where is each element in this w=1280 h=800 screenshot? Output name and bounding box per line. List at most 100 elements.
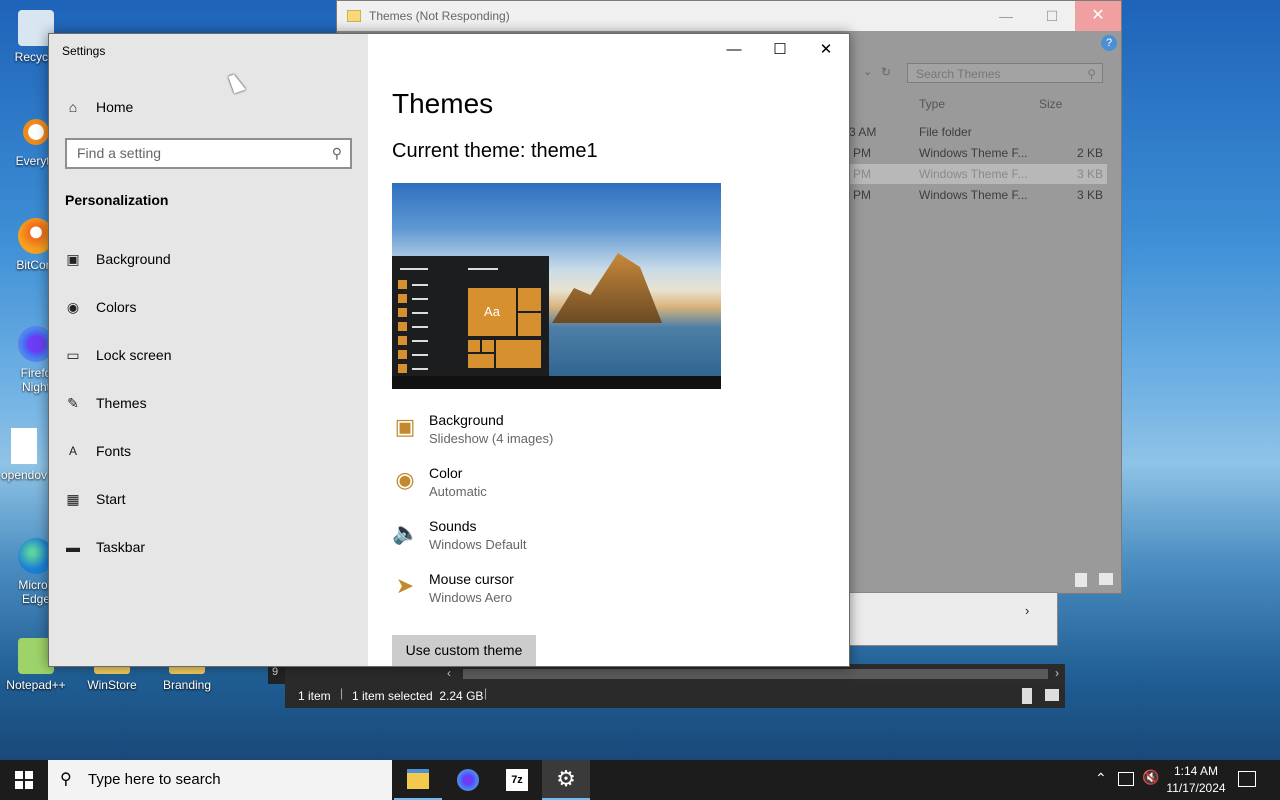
- 7zip-icon: 7z: [506, 769, 528, 791]
- settings-window[interactable]: Settings ⌂ Home Find a setting ⚲ Persona…: [48, 33, 850, 667]
- explorer-lower-panel: ›: [848, 592, 1058, 646]
- home-icon: ⌂: [68, 99, 78, 115]
- use-custom-theme-button[interactable]: Use custom theme: [392, 635, 536, 666]
- property-value: Automatic: [429, 484, 487, 499]
- row-type: Windows Theme F...: [919, 167, 1028, 181]
- current-theme-label: Current theme: theme1: [392, 140, 598, 162]
- taskbar-app-settings[interactable]: ⚙: [542, 760, 590, 800]
- property-name: Background: [429, 412, 504, 428]
- sidebar-item-fonts[interactable]: A Fonts: [64, 439, 131, 463]
- status-item-count: 1 item: [298, 689, 331, 703]
- sidebar-item-lock-screen[interactable]: ▭ Lock screen: [64, 343, 171, 367]
- theme-preview-image: Aa: [392, 183, 721, 389]
- close-button[interactable]: ✕: [803, 34, 849, 66]
- preview-tile: [496, 340, 541, 368]
- folder-icon: [347, 10, 361, 22]
- chevron-down-icon[interactable]: ⌄: [863, 65, 872, 78]
- property-name: Color: [429, 465, 463, 481]
- desktop-icon-label: Notepad++: [6, 678, 66, 692]
- page-title: Themes: [392, 88, 494, 119]
- clock-time: 1:14 AM: [1173, 764, 1219, 778]
- settings-sidebar: Settings ⌂ Home Find a setting ⚲ Persona…: [49, 34, 368, 666]
- explorer-close-button[interactable]: ✕: [1075, 1, 1121, 31]
- large-icons-view-icon[interactable]: [1045, 689, 1059, 701]
- row-time: PM: [853, 188, 871, 202]
- status-left-fragment: 9: [268, 664, 285, 684]
- start-button[interactable]: [0, 760, 48, 800]
- explorer-title: Themes (Not Responding): [369, 9, 510, 23]
- row-size: 3 KB: [1076, 167, 1103, 181]
- row-size: 2 KB: [1076, 146, 1103, 160]
- sidebar-item-colors[interactable]: ◉ Colors: [64, 295, 137, 319]
- sidebar-item-themes[interactable]: ✎ Themes: [64, 391, 146, 415]
- horizontal-scrollbar[interactable]: ‹ ›: [285, 664, 1065, 684]
- table-row[interactable]: PM Windows Theme F... 2 KB: [849, 143, 1107, 163]
- taskbar-icon: ▬: [66, 539, 80, 555]
- volume-muted-icon[interactable]: 🔇: [1142, 769, 1159, 786]
- property-name: Sounds: [429, 518, 477, 534]
- search-icon: ⚲: [331, 145, 342, 161]
- desktop-icon-label: Branding: [162, 678, 212, 692]
- monitor-lock-icon: ▭: [66, 346, 80, 363]
- status-selected: 1 item selected 2.24 GB: [352, 689, 484, 703]
- taskbar-app-firefox[interactable]: [444, 760, 492, 800]
- preview-tile: [468, 340, 480, 352]
- details-view-icon[interactable]: [1022, 688, 1032, 704]
- file-explorer-icon: [407, 769, 429, 789]
- taskbar-app-7zip[interactable]: 7z: [493, 760, 541, 800]
- explorer-status-bar: 1 item | 1 item selected 2.24 GB |: [285, 684, 1065, 708]
- row-time: PM: [853, 167, 871, 181]
- sidebar-item-start[interactable]: ▦ Start: [64, 487, 125, 511]
- table-row[interactable]: PM Windows Theme F... 3 KB: [849, 185, 1107, 205]
- preview-tile: [518, 288, 541, 311]
- large-icons-view-icon[interactable]: [1099, 573, 1113, 585]
- row-type: File folder: [919, 125, 972, 139]
- sidebar-item-background[interactable]: ▣ Background: [64, 247, 170, 271]
- sidebar-item-label: Lock screen: [96, 347, 172, 363]
- explorer-minimize-button[interactable]: —: [983, 1, 1029, 31]
- scroll-right-icon[interactable]: ›: [1055, 666, 1059, 680]
- sidebar-item-label: Colors: [96, 299, 137, 315]
- explorer-search-placeholder: Search Themes: [916, 67, 1001, 81]
- table-row-selected[interactable]: PM Windows Theme F... 3 KB: [849, 164, 1107, 184]
- minimize-button[interactable]: —: [711, 34, 757, 66]
- find-setting-placeholder: Find a setting: [77, 145, 162, 161]
- find-setting-input[interactable]: Find a setting ⚲: [65, 138, 352, 169]
- taskbar-clock[interactable]: 1:14 AM 11/17/2024: [1160, 763, 1232, 797]
- taskbar-app-file-explorer[interactable]: [394, 760, 442, 800]
- scroll-left-icon[interactable]: ‹: [447, 666, 451, 680]
- notifications-icon[interactable]: [1238, 771, 1256, 787]
- desktop-icon-opendov[interactable]: opendov: [0, 428, 54, 482]
- row-type: Windows Theme F...: [919, 188, 1028, 202]
- search-icon: ⚲: [1087, 67, 1096, 81]
- taskbar: ⚲ Type here to search 7z ⚙ ⌃ 🔇 1:14 AM 1…: [0, 760, 1280, 800]
- table-row[interactable]: 3 AM File folder: [849, 122, 1107, 142]
- refresh-icon[interactable]: ↻: [881, 65, 891, 79]
- sidebar-item-label: Fonts: [96, 443, 132, 459]
- chevron-right-icon[interactable]: ›: [1025, 603, 1029, 618]
- maximize-button[interactable]: ☐: [757, 34, 803, 66]
- details-view-icon[interactable]: [1075, 573, 1087, 587]
- explorer-search-input[interactable]: Search Themes ⚲: [907, 63, 1103, 83]
- help-icon[interactable]: ?: [1101, 35, 1117, 51]
- property-value: Windows Default: [429, 537, 527, 552]
- cursor-icon: ➤: [395, 573, 415, 598]
- property-name: Mouse cursor: [429, 571, 514, 587]
- settings-gear-icon: ⚙: [556, 766, 576, 791]
- nav-home[interactable]: ⌂ Home: [64, 95, 134, 119]
- desktop-icon-label: WinStore: [87, 678, 137, 692]
- picture-icon: ▣: [394, 414, 416, 439]
- scroll-thumb[interactable]: [463, 669, 1048, 679]
- row-size: 3 KB: [1076, 188, 1103, 202]
- speaker-icon: 🔈: [392, 520, 420, 545]
- taskbar-search-placeholder: Type here to search: [88, 771, 221, 788]
- explorer-maximize-button[interactable]: ☐: [1029, 1, 1075, 31]
- network-icon[interactable]: [1118, 772, 1134, 786]
- column-header-size[interactable]: Size: [1039, 97, 1062, 111]
- sidebar-item-taskbar[interactable]: ▬ Taskbar: [64, 535, 145, 559]
- preview-tile: [468, 354, 494, 368]
- search-icon: ⚲: [60, 771, 72, 788]
- column-header-type[interactable]: Type: [919, 97, 945, 111]
- taskbar-search-input[interactable]: ⚲ Type here to search: [48, 760, 392, 800]
- show-hidden-icons-chevron-icon[interactable]: ⌃: [1095, 770, 1107, 787]
